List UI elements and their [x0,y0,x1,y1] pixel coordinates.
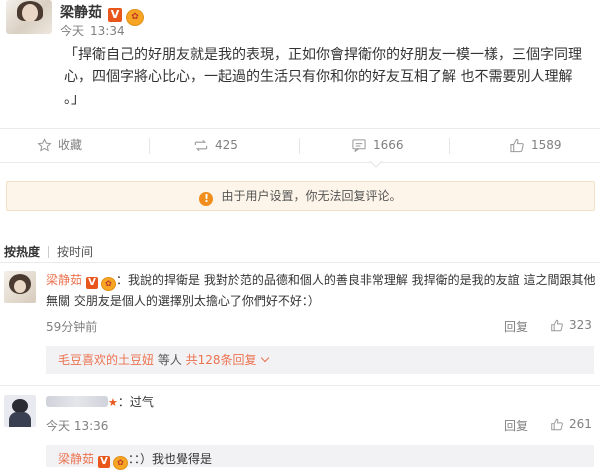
repost-button[interactable]: 425 [193,129,238,162]
like-button[interactable]: 1589 [509,129,562,162]
author-name[interactable]: 梁静茹 [60,5,102,21]
comment-like-count: 261 [569,417,592,431]
author-avatar[interactable] [6,0,52,34]
chevron-down-icon[interactable] [260,353,269,363]
post-meta: 今天 13:34 [60,22,125,39]
comment-body: 梁静茹 V ✿ ：我說的捍衛是 我對於范的品德和個人的善良非常理解 我捍衛的是我的友誼… [46,270,596,312]
thumbs-up-icon [510,138,524,153]
tab-sort-by-hot[interactable]: 按热度 [4,245,40,259]
favorite-label: 收藏 [58,138,83,152]
warning-icon: ! [199,192,214,206]
comment-time: 59分钟前 [46,320,98,334]
sub-reply-total[interactable]: 共128条回复 [186,353,257,367]
sub-reply-user[interactable]: 梁静茹 [58,452,94,466]
sort-tabs: 按热度 按时间 [4,243,93,260]
post-date[interactable]: 今天 [60,24,84,38]
star-icon: ★ [108,396,118,409]
comment-text: ：过气 [117,395,154,409]
comment-icon [352,139,366,153]
comment-avatar[interactable] [4,395,36,427]
comment-time: 今天 13:36 [46,419,109,433]
comment-button[interactable]: 1666 [351,129,404,162]
medal-icon: ✿ [101,277,117,291]
post-text: 「捍衛自己的好朋友就是我的表現，正如你會捍衛你的好朋友一模一樣，三個字同理心，四… [64,47,582,107]
blurred-username[interactable] [46,396,108,407]
action-bar: 收藏 425 1666 1589 [0,128,600,163]
comment-like-count: 323 [569,318,592,332]
sub-reply-box: 梁静茹 V ✿ ：：）我也覺得是 [46,445,594,470]
verified-badge-icon: V [86,277,99,289]
sub-reply-text: ：：）我也覺得是 [128,452,213,466]
thumbs-up-icon [551,418,563,431]
notice-text: 由于用户设置，你无法回复评论。 [221,189,402,203]
star-outline-icon [37,138,52,152]
comment-body: ★：过气 [46,392,154,413]
sub-reply-mid: 等人 [154,353,186,367]
sub-reply-user[interactable]: 毛豆喜欢的土豆妞 [58,353,154,367]
repost-icon [194,139,208,152]
medal-icon: ✿ [113,456,129,470]
verified-badge-icon: V [98,456,111,468]
comment-like-button[interactable]: 261 [550,417,592,431]
comment-text: ：我說的捍衛是 我對於范的品德和個人的善良非常理解 我捍衛的是我的友誼 這之間跟… [46,273,596,308]
divider [0,262,600,263]
comment-count: 1666 [373,138,404,152]
comment-author[interactable]: 梁静茹 [46,273,82,287]
divider [0,385,600,386]
post-time[interactable]: 13:34 [90,24,125,38]
reply-button[interactable]: 回复 [504,417,528,434]
comment-avatar[interactable] [4,271,36,303]
thumbs-up-icon [551,319,563,332]
comment-like-button[interactable]: 323 [550,318,592,332]
tab-sort-by-time[interactable]: 按时间 [57,245,93,259]
reply-button[interactable]: 回复 [504,318,528,335]
favorite-button[interactable]: 收藏 [37,129,82,162]
sub-replies-box[interactable]: 毛豆喜欢的土豆妞 等人 共128条回复 [46,346,594,374]
repost-count: 425 [215,138,238,152]
medal-icon: ✿ [126,9,144,26]
verified-badge-icon: V [108,8,122,22]
reply-restricted-notice: ! 由于用户设置，你无法回复评论。 [6,181,595,211]
like-count: 1589 [531,138,562,152]
